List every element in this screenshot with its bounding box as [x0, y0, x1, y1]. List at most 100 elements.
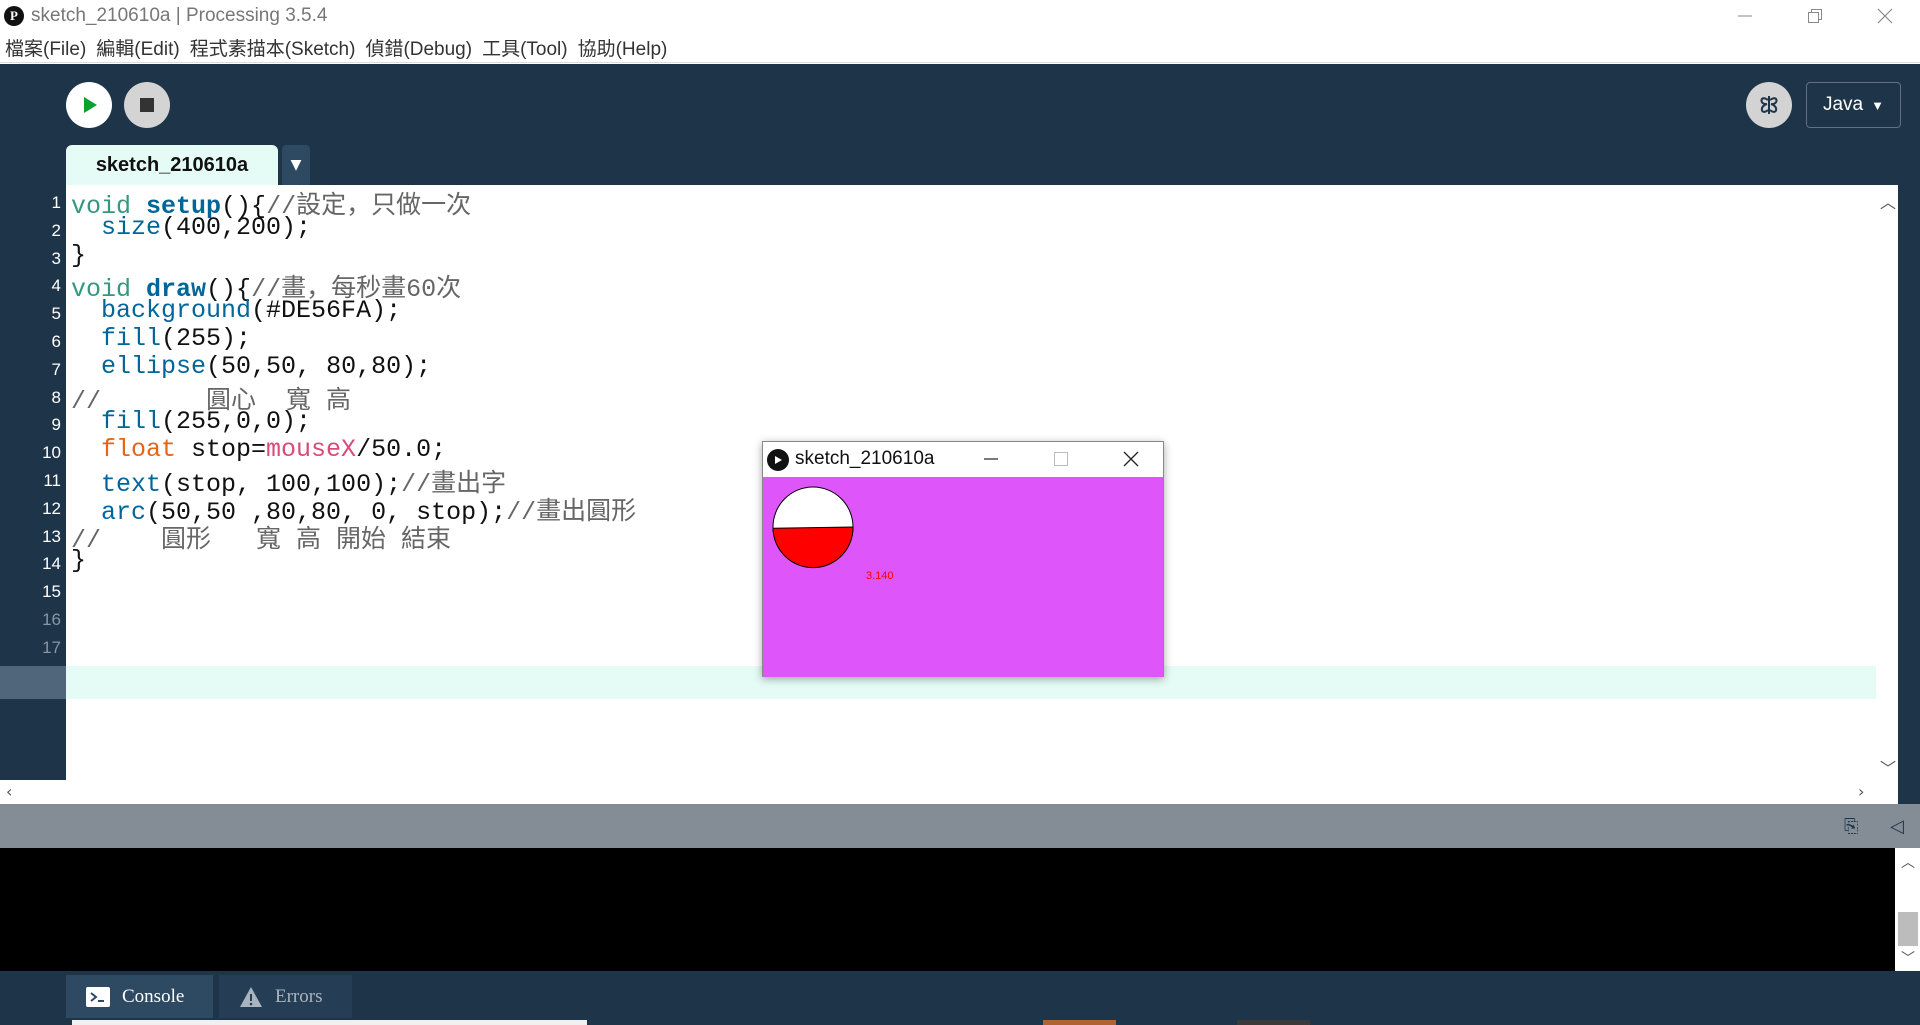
code-token: // 圓形 寬 高 開始 結束: [71, 525, 452, 555]
sketch-minimize-button[interactable]: [971, 444, 1011, 474]
stop-icon: [140, 98, 154, 112]
sketch-canvas[interactable]: 3.140: [763, 477, 1163, 677]
sketch-maximize-button[interactable]: [1041, 444, 1081, 474]
editor-right-margin: [1898, 185, 1920, 780]
sketch-drawing: [772, 486, 854, 569]
editor-vertical-scrollbar[interactable]: ︿ ﹀: [1876, 185, 1898, 780]
console-scrollbar[interactable]: ︿ ﹀: [1895, 848, 1920, 971]
close-button[interactable]: [1850, 0, 1920, 32]
taskbar-strip: [1043, 1020, 1116, 1025]
menu-debug[interactable]: 偵錯(Debug): [365, 34, 472, 61]
run-button[interactable]: [66, 82, 112, 128]
line-number: 14: [42, 554, 61, 574]
console-output[interactable]: [0, 848, 1895, 971]
play-icon: [84, 97, 97, 113]
menu-bar: 檔案(File) 編輯(Edit) 程式素描本(Sketch) 偵錯(Debug…: [0, 32, 1920, 63]
scroll-corner: [1898, 780, 1920, 804]
line-number: 10: [42, 443, 61, 463]
mode-label: Java: [1822, 94, 1864, 115]
copy-console-icon[interactable]: ⎘: [1844, 816, 1858, 837]
code-token: float: [101, 435, 177, 465]
scroll-up-icon[interactable]: ︿: [1901, 852, 1915, 872]
tab-sketch[interactable]: sketch_210610a: [66, 145, 278, 185]
code-token: (#DE56FA);: [251, 296, 402, 326]
butterfly-icon: [1760, 96, 1778, 114]
red-arc: [772, 526, 854, 569]
close-icon: [1877, 8, 1893, 24]
code-line[interactable]: size(400,200);: [71, 213, 311, 247]
current-line-highlight: [0, 666, 66, 699]
stop-button[interactable]: [124, 82, 170, 128]
processing-logo-icon: P: [4, 6, 24, 26]
sketch-window-title: sketch_210610a: [795, 448, 935, 469]
scroll-down-icon[interactable]: ﹀: [1880, 755, 1896, 779]
console-tab-bar: Console Errors: [0, 971, 1920, 1025]
tab-menu-button[interactable]: ▼: [282, 145, 310, 185]
code-token: ellipse: [101, 351, 207, 381]
code-token: //畫出圓形: [506, 497, 637, 527]
scroll-down-icon[interactable]: ﹀: [1901, 948, 1915, 968]
code-token: (255,0,0);: [161, 407, 312, 437]
editor-horizontal-scrollbar[interactable]: ‹ ›: [0, 780, 1898, 804]
menu-file[interactable]: 檔案(File): [5, 34, 86, 61]
code-token: mouseX: [266, 435, 357, 465]
menu-edit[interactable]: 編輯(Edit): [96, 34, 179, 61]
line-number: 8: [51, 387, 61, 407]
scroll-right-icon[interactable]: ›: [1858, 782, 1864, 801]
tab-console[interactable]: Console: [66, 975, 213, 1018]
line-number: 12: [42, 498, 61, 518]
code-token: (255);: [161, 324, 252, 353]
chevron-down-icon: ▼: [290, 157, 302, 173]
warning-icon: [240, 986, 262, 1007]
maximize-icon: [1054, 452, 1068, 466]
line-number: 3: [51, 248, 61, 268]
code-token: size: [101, 212, 162, 242]
line-number: 9: [51, 415, 61, 435]
line-number: 6: [51, 332, 61, 351]
tab-errors-label: Errors: [275, 985, 323, 1007]
tab-errors[interactable]: Errors: [219, 975, 352, 1018]
code-token: /50.0;: [356, 435, 447, 465]
scroll-left-icon[interactable]: ‹: [6, 782, 12, 801]
restore-icon: [1808, 9, 1822, 23]
line-number: 7: [51, 359, 61, 379]
debugger-button[interactable]: [1746, 82, 1792, 128]
line-number: 5: [51, 304, 61, 324]
code-token: }: [71, 546, 87, 576]
chevron-down-icon: ▼: [1871, 97, 1884, 113]
line-number: 16: [42, 610, 61, 629]
menu-tool[interactable]: 工具(Tool): [482, 34, 568, 61]
minimize-button[interactable]: [1710, 0, 1780, 32]
scroll-up-icon[interactable]: ︿: [1880, 189, 1896, 213]
code-token: }: [71, 240, 87, 270]
title-bar: P sketch_210610a | Processing 3.5.4: [0, 0, 1920, 32]
sketch-window[interactable]: sketch_210610a 3.140: [762, 441, 1164, 677]
processing-run-icon: [767, 449, 789, 471]
code-token: stop=: [176, 435, 267, 465]
line-number: 15: [42, 582, 61, 602]
line-number: 2: [51, 220, 61, 240]
taskbar-strip: [72, 1020, 587, 1025]
code-token: (400,200);: [161, 212, 312, 242]
code-token: fill: [101, 324, 162, 353]
code-token: (50,50, 80,80);: [206, 351, 432, 381]
line-number: 13: [42, 526, 61, 546]
line-number: 1: [51, 193, 61, 212]
console-scroll-thumb[interactable]: [1898, 912, 1918, 946]
sketch-close-button[interactable]: [1111, 444, 1151, 474]
line-number: 11: [43, 471, 61, 490]
menu-help[interactable]: 協助(Help): [578, 34, 668, 61]
sketch-window-titlebar[interactable]: sketch_210610a: [763, 442, 1163, 476]
restore-button[interactable]: [1780, 0, 1850, 32]
collapse-console-icon[interactable]: ◁: [1890, 816, 1904, 837]
code-line[interactable]: }: [71, 546, 86, 580]
code-token: fill: [101, 407, 162, 437]
menu-sketch[interactable]: 程式素描本(Sketch): [190, 34, 356, 61]
code-line[interactable]: // 圓形 寬 高 開始 結束: [71, 519, 452, 555]
mode-selector[interactable]: Java ▼: [1806, 82, 1901, 128]
